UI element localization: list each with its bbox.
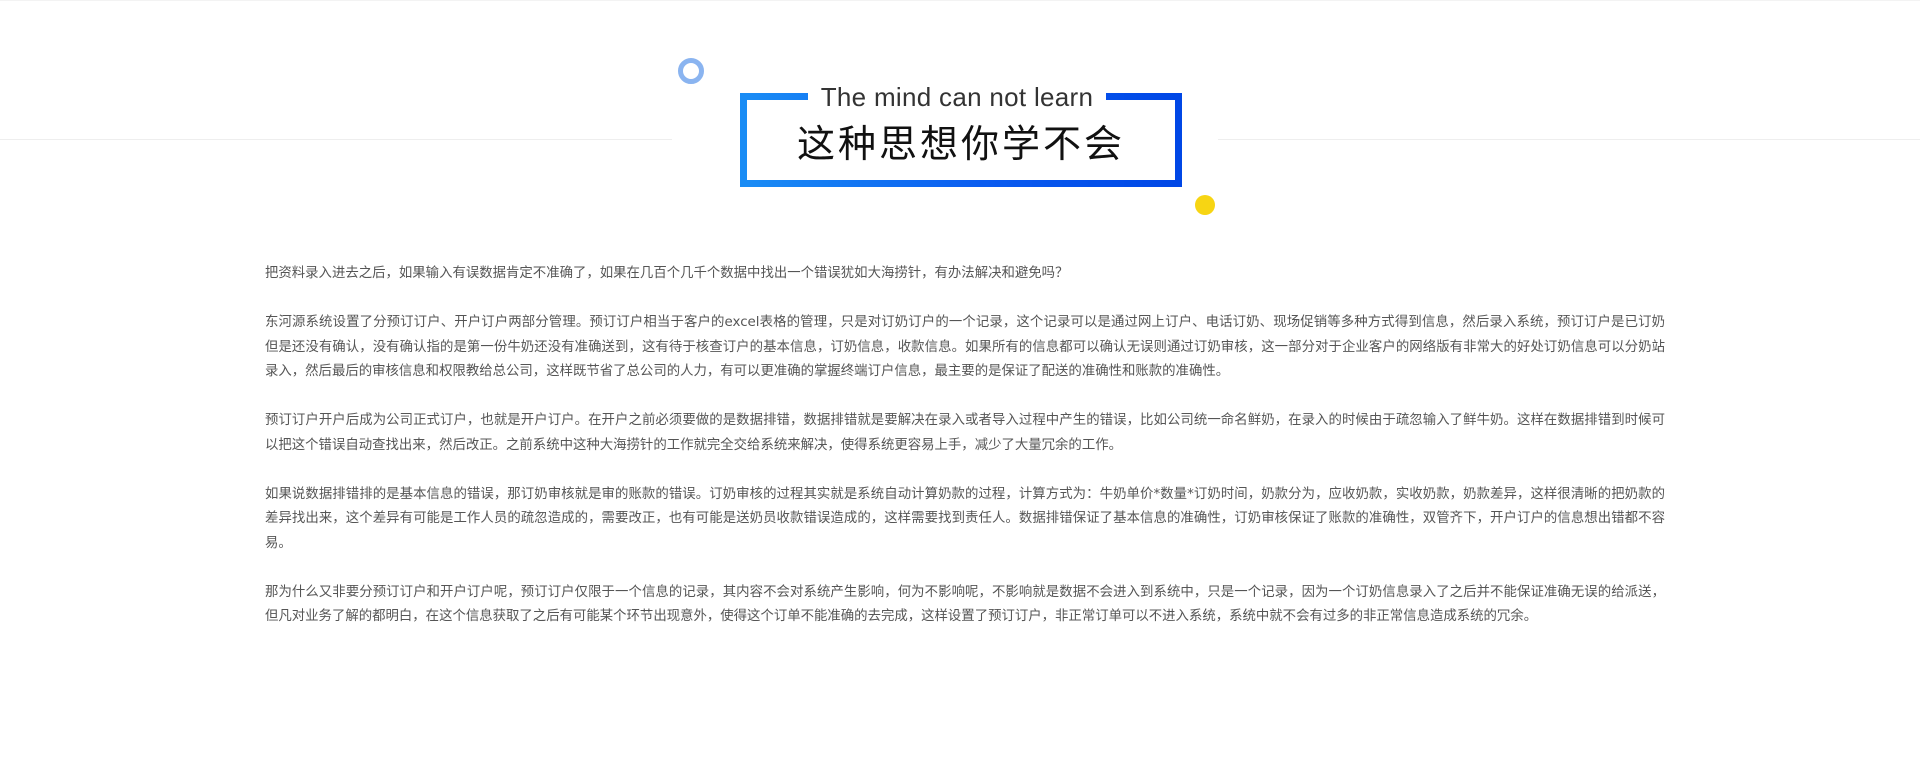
section-subtitle-en: The mind can not learn xyxy=(808,80,1106,114)
paragraph-question: 把资料录入进去之后，如果输入有误数据肯定不准确了，如果在几百个几千个数据中找出一… xyxy=(265,266,1069,281)
section-title-cn: 这种思想你学不会 xyxy=(796,122,1125,166)
paragraph-audit: 如果说数据排错排的是基本信息的错误，那订奶审核就是审的账款的错误。订奶审核的过程… xyxy=(265,486,1665,551)
decorative-dot-icon xyxy=(1195,195,1215,215)
paragraph-data-check: 预订订户开户后成为公司正式订户，也就是开户订户。在开户之前必须要做的是数据排错，… xyxy=(265,413,1665,453)
top-rule xyxy=(0,0,1920,1)
header-divider-right xyxy=(1218,139,1920,140)
page: The mind can not learn 这种思想你学不会 把资料录入进去之… xyxy=(0,0,1920,784)
paragraph-why-split: 那为什么又非要分预订订户和开户订户呢，预订订户仅限于一个信息的记录，其内容不会对… xyxy=(265,584,1665,625)
article-body: 把资料录入进去之后，如果输入有误数据肯定不准确了，如果在几百个几千个数据中找出一… xyxy=(265,262,1665,654)
header-divider-left xyxy=(0,139,672,140)
decorative-ring-icon xyxy=(678,58,704,84)
paragraph-preorder: 东河源系统设置了分预订订户、开户订户两部分管理。预订订户相当于客户的excel表… xyxy=(265,315,1665,379)
